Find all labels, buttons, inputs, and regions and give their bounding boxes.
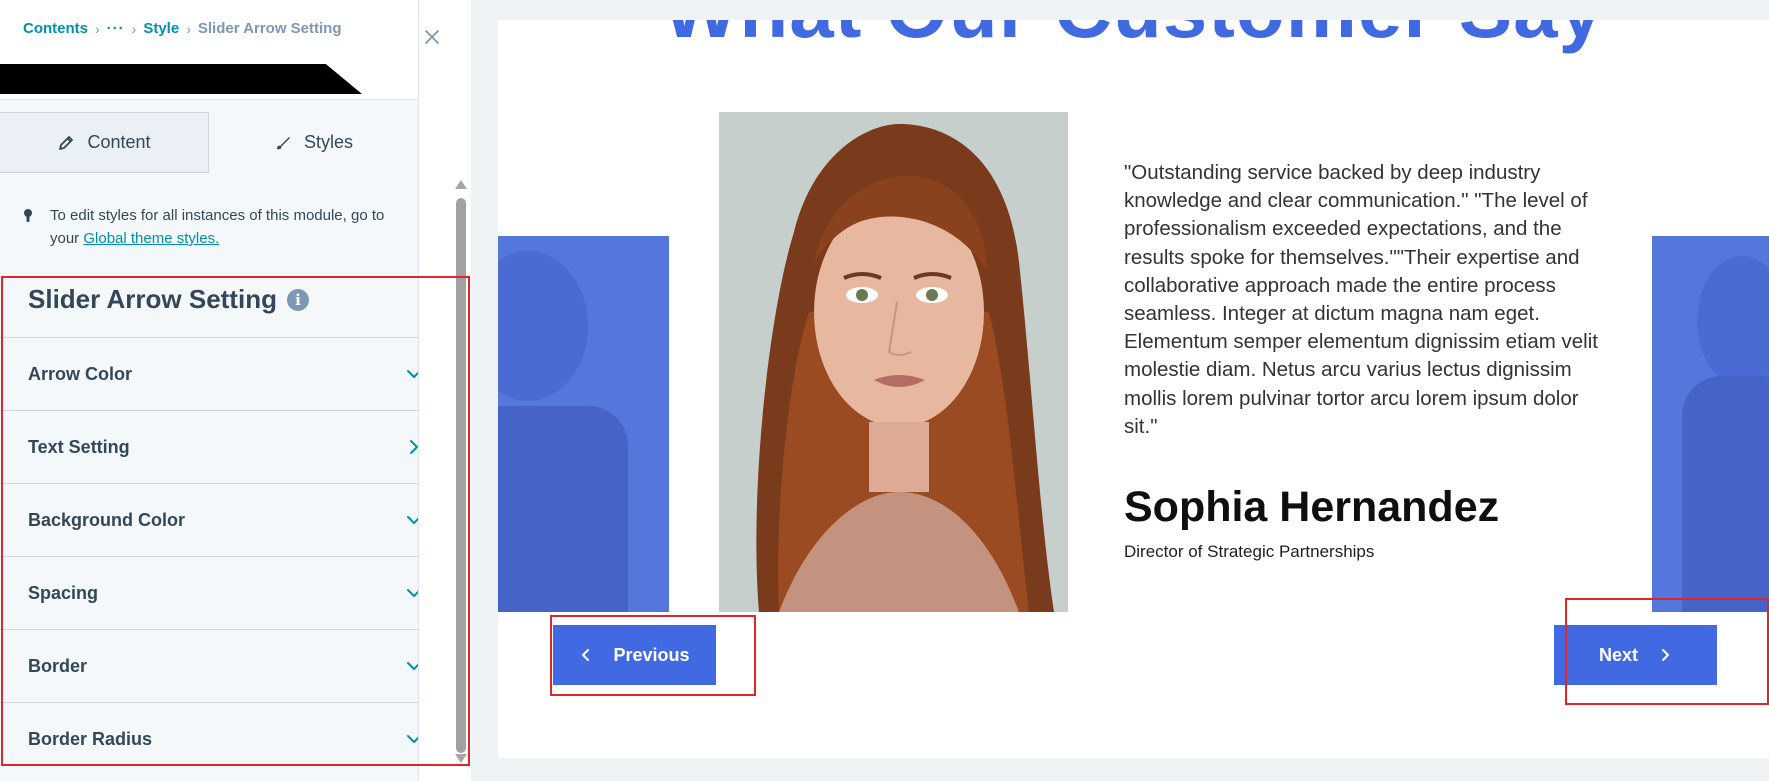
global-theme-styles-link[interactable]: Global theme styles. bbox=[83, 230, 219, 247]
chevron-down-icon bbox=[407, 516, 418, 524]
previous-slide-portrait bbox=[498, 251, 588, 401]
next-slide-card[interactable] bbox=[1652, 236, 1769, 612]
chevron-down-icon bbox=[407, 662, 418, 670]
breadcrumb-ellipsis[interactable]: ··· bbox=[107, 20, 125, 37]
chevron-down-icon bbox=[407, 370, 418, 378]
breadcrumb-current: Slider Arrow Setting bbox=[197, 20, 342, 37]
previous-slide-card[interactable] bbox=[498, 236, 669, 612]
breadcrumb-separator-icon: › bbox=[131, 20, 137, 37]
tab-styles[interactable]: Styles bbox=[209, 112, 418, 173]
info-icon[interactable]: i bbox=[286, 288, 309, 311]
accordion-label: Background Color bbox=[28, 509, 186, 530]
chevron-down-icon bbox=[407, 589, 418, 597]
redacted-module-name bbox=[0, 64, 362, 94]
accordion-border-radius[interactable]: Border Radius bbox=[0, 702, 418, 775]
scroll-down-icon[interactable] bbox=[455, 754, 467, 763]
testimonial-photo bbox=[719, 112, 1068, 612]
testimonial-quote: "Outstanding service backed by deep indu… bbox=[1124, 161, 1598, 438]
previous-button[interactable]: Previous bbox=[553, 625, 716, 685]
accordion-label: Spacing bbox=[28, 582, 99, 603]
brush-icon bbox=[276, 136, 290, 149]
section-heading: What Our Customer Say bbox=[498, 20, 1769, 56]
sidebar-scrollbar[interactable] bbox=[453, 174, 469, 766]
accordion-background-color[interactable]: Background Color bbox=[0, 483, 418, 556]
tab-content[interactable]: Content bbox=[0, 112, 209, 173]
chevron-right-icon bbox=[1662, 649, 1669, 661]
tab-styles-label: Styles bbox=[303, 132, 354, 152]
breadcrumb-separator-icon: › bbox=[186, 20, 191, 37]
chevron-right-icon bbox=[410, 440, 418, 454]
accordion-label: Arrow Color bbox=[28, 363, 133, 384]
editor-tabs: Content Styles bbox=[0, 112, 418, 173]
close-icon[interactable] bbox=[421, 26, 443, 48]
section-title-text: Slider Arrow Setting bbox=[28, 284, 277, 314]
page-preview: What Our Customer Say bbox=[471, 0, 1769, 781]
next-slide-portrait bbox=[1697, 256, 1769, 386]
next-button[interactable]: Next bbox=[1554, 625, 1717, 685]
chevron-down-icon bbox=[407, 735, 418, 743]
app-window: Contents › ··· › Style › Slider Arrow Se… bbox=[0, 0, 1769, 781]
next-slide-body bbox=[1682, 376, 1769, 612]
scroll-up-icon[interactable] bbox=[455, 180, 467, 189]
accordion-arrow-color[interactable]: Arrow Color bbox=[0, 337, 418, 410]
scrollbar-thumb[interactable] bbox=[456, 198, 466, 753]
accordion-label: Border Radius bbox=[28, 728, 153, 749]
breadcrumb-separator-icon: › bbox=[95, 20, 100, 37]
section-title: Slider Arrow Setting i bbox=[28, 284, 309, 315]
breadcrumb-style[interactable]: Style bbox=[143, 20, 179, 37]
tab-content-label: Content bbox=[87, 132, 151, 152]
testimonial-name: Sophia Hernandez bbox=[1124, 483, 1500, 531]
previous-button-label: Previous bbox=[613, 644, 690, 665]
testimonial-slider: What Our Customer Say bbox=[498, 20, 1769, 758]
style-editor-sidebar: Contents › ··· › Style › Slider Arrow Se… bbox=[0, 0, 467, 781]
sidebar-content: To edit styles for all instances of this… bbox=[0, 174, 418, 781]
lightbulb-icon bbox=[24, 209, 32, 222]
style-accordion: Arrow Color Text Setting Background Colo… bbox=[0, 337, 418, 775]
global-styles-notice: To edit styles for all instances of this… bbox=[22, 204, 402, 250]
testimonial-role: Director of Strategic Partnerships bbox=[1124, 542, 1375, 561]
sidebar-header: Contents › ··· › Style › Slider Arrow Se… bbox=[0, 0, 439, 100]
chevron-left-icon bbox=[582, 649, 590, 661]
accordion-label: Border bbox=[28, 655, 88, 676]
accordion-spacing[interactable]: Spacing bbox=[0, 556, 418, 629]
breadcrumb-contents[interactable]: Contents bbox=[23, 20, 88, 37]
accordion-border[interactable]: Border bbox=[0, 629, 418, 702]
next-button-label: Next bbox=[1598, 644, 1638, 665]
breadcrumb: Contents › ··· › Style › Slider Arrow Se… bbox=[23, 20, 342, 37]
pencil-icon bbox=[59, 135, 74, 150]
accordion-text-setting[interactable]: Text Setting bbox=[0, 410, 418, 483]
accordion-label: Text Setting bbox=[28, 436, 130, 457]
previous-slide-body bbox=[498, 406, 628, 612]
